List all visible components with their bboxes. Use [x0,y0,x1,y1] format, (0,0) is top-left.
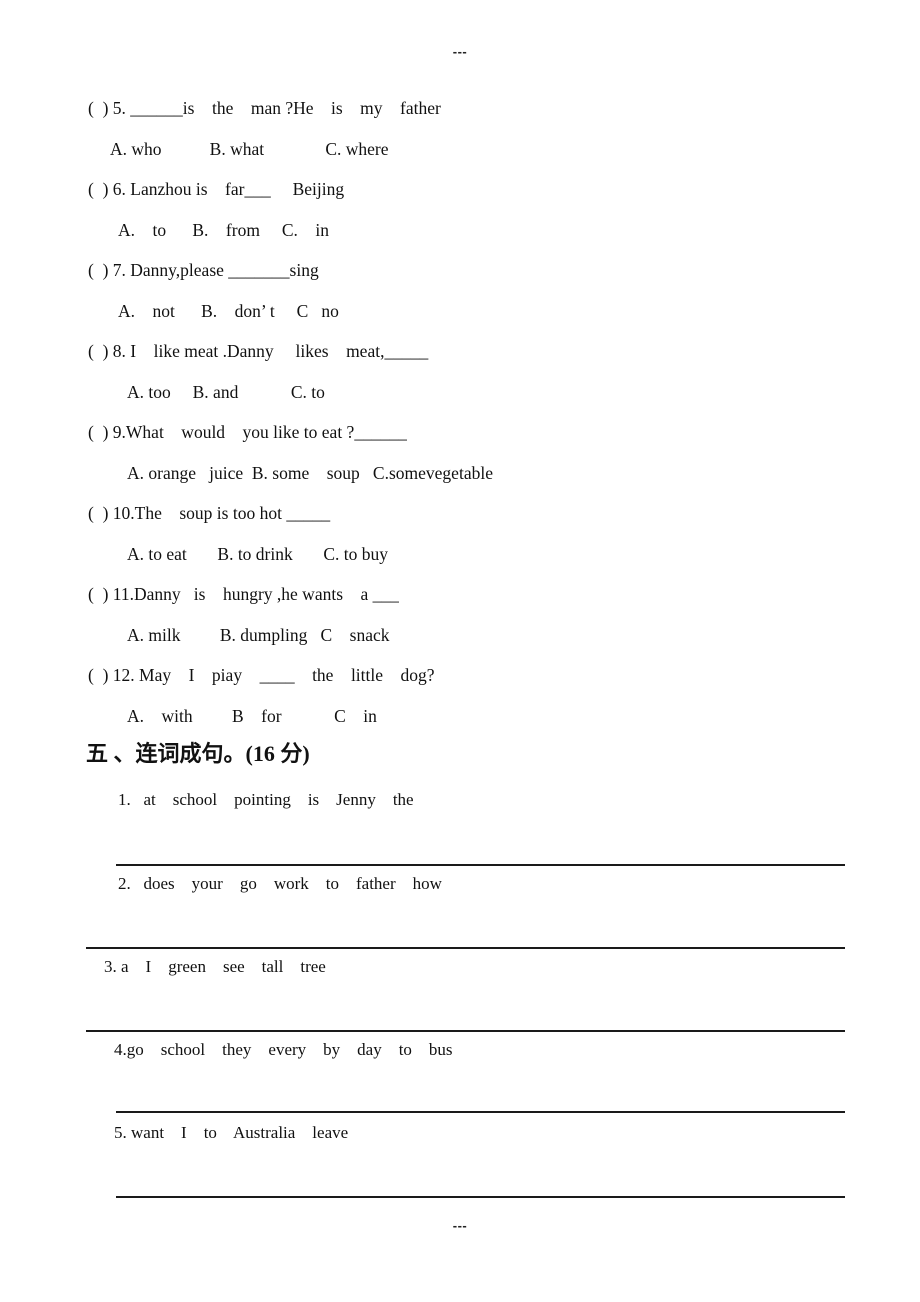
rearrange-item-5: 5. want I to Australia leave [114,1123,349,1142]
page-bottom-mark: --- [452,1218,468,1233]
question-text-8: ( ) 8. I like meat .Danny likes meat,___… [88,341,429,361]
mc-item-8: ( ) 8. I like meat .Danny likes meat,___… [0,331,920,412]
question-text-12: ( ) 12. May I piay ____ the little dog? [88,665,435,685]
question-text-6: ( ) 6. Lanzhou is far___ Beijing [88,179,345,199]
question-options-6: A. to B. from C. in [118,219,329,240]
mc-item-6: ( ) 6. Lanzhou is far___ Beijing A. to B… [0,169,920,250]
answer-line-3[interactable] [86,1030,845,1032]
answer-line-2[interactable] [86,947,845,949]
question-options-11: A. milk B. dumpling C snack [127,624,390,645]
question-options-7: A. not B. don’ t C no [118,300,339,321]
question-text-7: ( ) 7. Danny,please _______sing [88,260,319,280]
question-options-8: A. too B. and C. to [127,381,325,402]
question-options-12: A. with B for C in [127,705,377,726]
rearrange-item-2: 2. does your go work to father how [118,874,442,893]
mc-item-5: ( ) 5. ______is the man ?He is my father… [0,88,920,169]
mc-item-9: ( ) 9.What would you like to eat ?______… [0,412,920,493]
question-options-5: A. who B. what C. where [110,138,389,159]
multiple-choice-section: ( ) 5. ______is the man ?He is my father… [0,88,920,736]
exam-page: --- ( ) 5. ______is the man ?He is my fa… [0,0,920,1302]
section-five-heading: 五 、连词成句。(16 分) [86,741,310,766]
answer-line-4[interactable] [116,1111,845,1113]
question-text-11: ( ) 11.Danny is hungry ,he wants a ___ [88,584,399,604]
mc-item-11: ( ) 11.Danny is hungry ,he wants a ___ A… [0,574,920,655]
question-text-9: ( ) 9.What would you like to eat ?______ [88,422,407,442]
answer-line-5[interactable] [116,1196,845,1198]
question-options-10: A. to eat B. to drink C. to buy [127,543,389,564]
mc-item-10: ( ) 10.The soup is too hot _____ A. to e… [0,493,920,574]
question-options-9: A. orange juice B. some soup C.someveget… [127,462,493,483]
rearrange-item-3: 3. a I green see tall tree [104,957,326,976]
question-text-5: ( ) 5. ______is the man ?He is my father [88,98,441,118]
mc-item-7: ( ) 7. Danny,please _______sing A. not B… [0,250,920,331]
rearrange-item-1: 1. at school pointing is Jenny the [118,790,414,809]
answer-line-1[interactable] [116,864,845,866]
page-top-mark: --- [452,44,468,59]
rearrange-item-4: 4.go school they every by day to bus [114,1040,453,1059]
question-text-10: ( ) 10.The soup is too hot _____ [88,503,331,523]
mc-item-12: ( ) 12. May I piay ____ the little dog? … [0,655,920,736]
